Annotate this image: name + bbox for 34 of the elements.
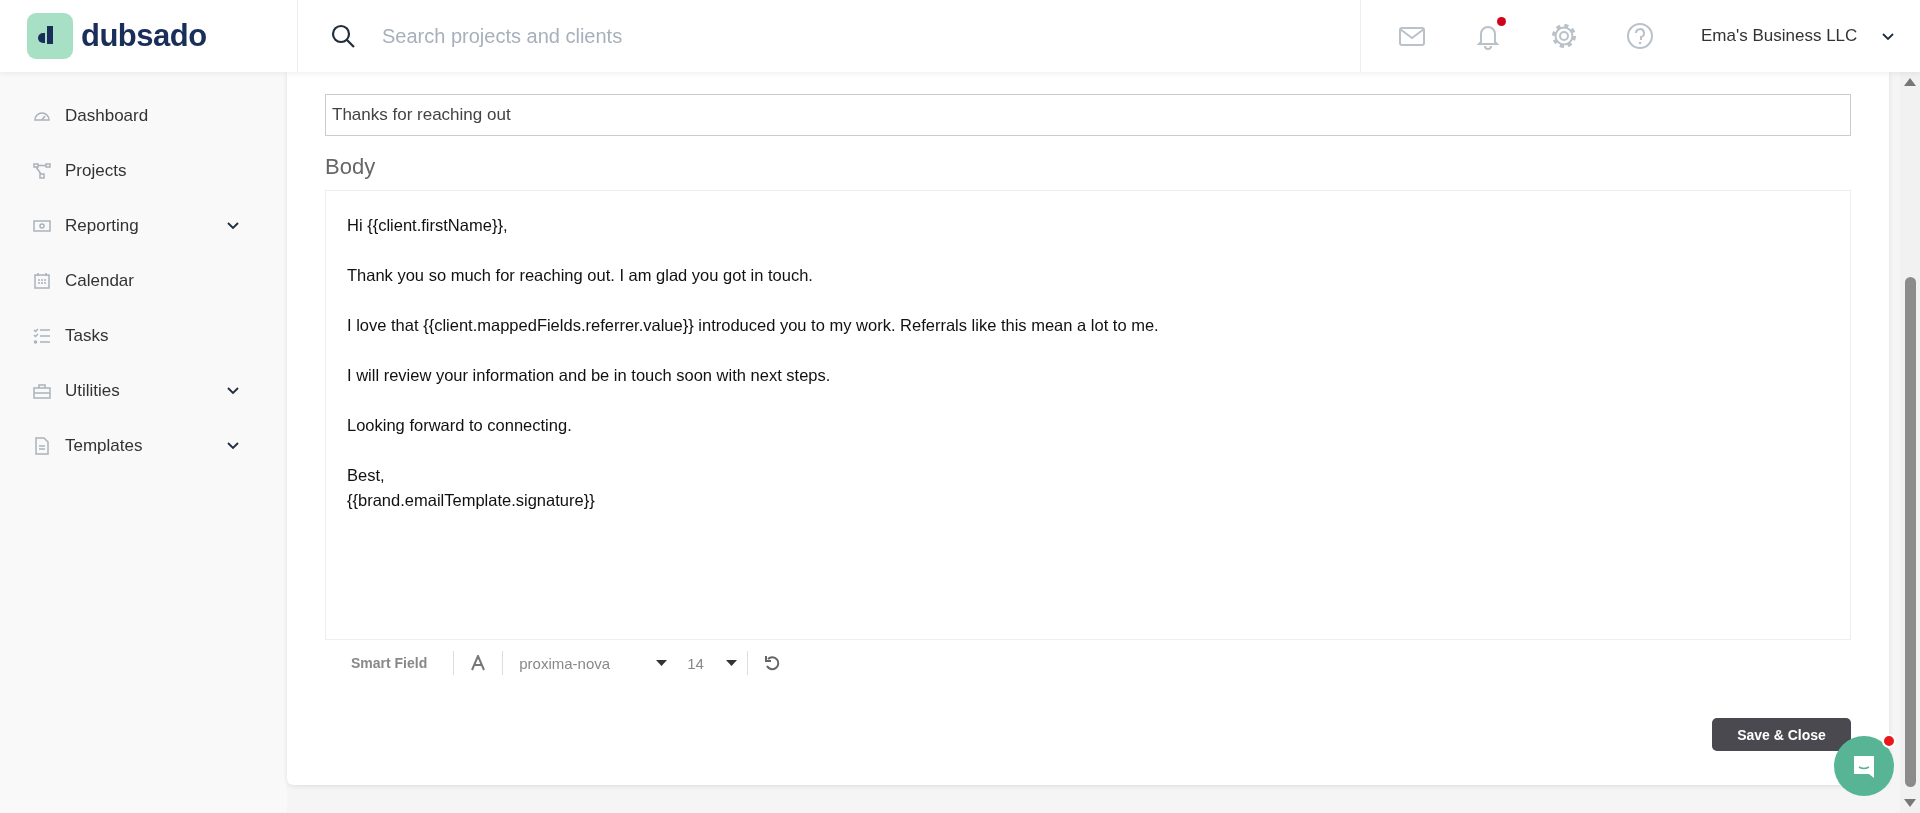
account-name[interactable]: Ema's Business LLC (1701, 26, 1882, 46)
calendar-icon (33, 271, 51, 290)
document-icon (33, 436, 51, 455)
sidebar-item[interactable]: Tasks (0, 308, 287, 363)
chat-bubble-icon (1852, 754, 1876, 778)
sidebar-item[interactable]: Dashboard (0, 88, 287, 143)
chat-button[interactable] (1834, 736, 1894, 796)
dropdown-arrow-icon[interactable] (726, 660, 738, 666)
search-field[interactable]: Search projects and clients (380, 23, 984, 49)
font-dropdown[interactable]: proxima-nova (503, 654, 678, 672)
workflow-icon (33, 161, 51, 180)
field-label: Body (325, 154, 377, 180)
body-editor[interactable]: Hi {{client.firstName}}, Thank you so much for reaching out. I am glad you got in touch. I love that {{client.mappedFields.referrer.value}} introduced you to my work. Referrals like this mean a lot to me. I will review your information and be in touch soon with next steps. Looking forward to connecting. Best, {{brand.emailTemplate.signature}} (325, 190, 1851, 640)
sidebar-item[interactable]: Utilities (0, 363, 287, 418)
undo-icon[interactable] (764, 655, 781, 671)
chevron-down-icon (1882, 33, 1894, 41)
logo-icon (27, 13, 73, 59)
logo-wordmark: dubsado (81, 18, 207, 54)
dropdown-arrow-icon[interactable] (656, 660, 668, 666)
scrollbar-thumb[interactable] (1905, 277, 1916, 787)
scroll-up-icon[interactable] (1904, 78, 1916, 86)
scroll-down-icon[interactable] (1904, 799, 1916, 807)
sidebar-item[interactable]: Reporting (0, 198, 287, 253)
smart-field-button[interactable]: Smart Field (325, 655, 454, 671)
search-icon[interactable] (330, 23, 356, 49)
checklist-icon (33, 326, 51, 345)
subject-field[interactable]: Thanks for reaching out (325, 94, 1851, 136)
sidebar-item[interactable]: Projects (0, 143, 287, 198)
font-icon[interactable] (470, 655, 487, 671)
size-dropdown[interactable]: 14 (677, 654, 748, 672)
sidebar-item[interactable]: Calendar (0, 253, 287, 308)
save-close-button[interactable]: Save & Close (1712, 718, 1851, 751)
toolbox-icon (33, 381, 51, 400)
sidebar-item[interactable]: Templates (0, 418, 287, 473)
